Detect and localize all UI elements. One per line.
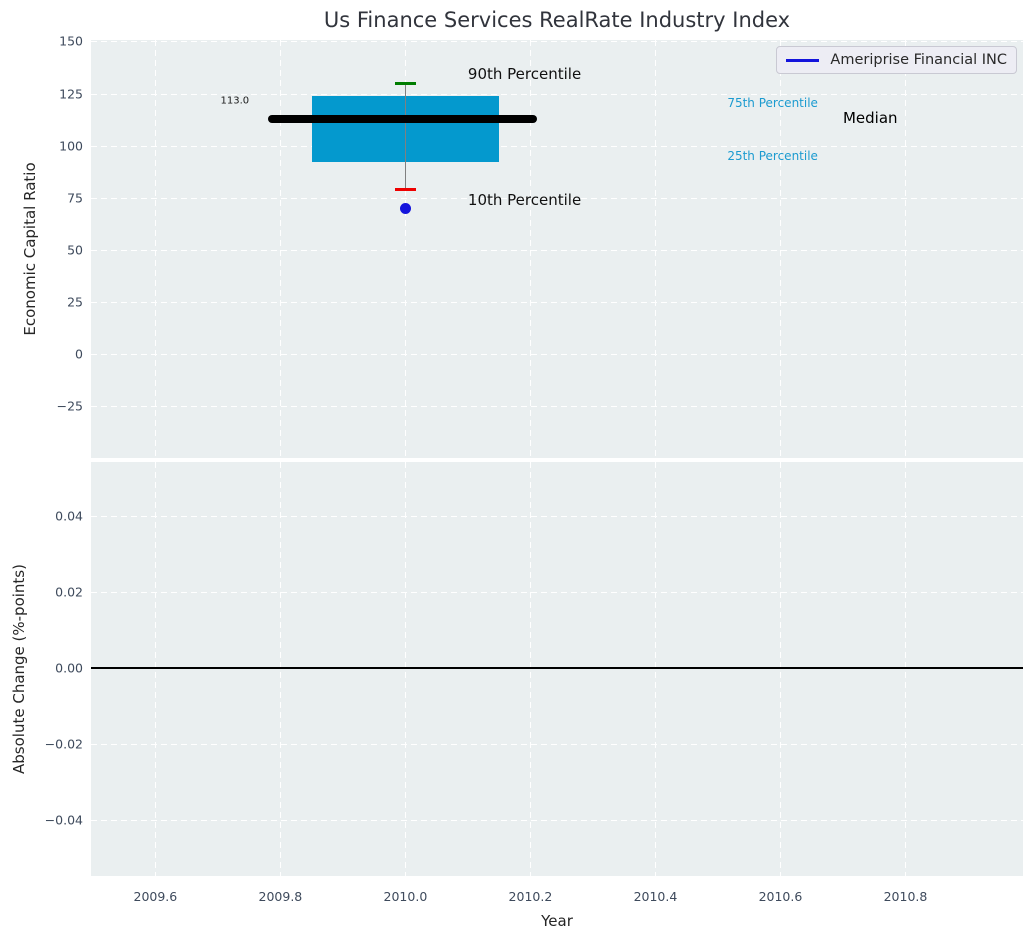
gridline-horizontal: [91, 820, 1023, 822]
x-axis-label: Year: [541, 912, 573, 930]
y-tick-label: 50: [67, 242, 83, 258]
y-tick-label: 150: [59, 33, 83, 49]
gridline-horizontal: [91, 301, 1023, 303]
legend: Ameriprise Financial INC: [776, 46, 1017, 74]
y-tick-label: 0: [75, 346, 83, 362]
gridline-horizontal: [91, 145, 1023, 147]
annotation-25th-percentile: 25th Percentile: [727, 149, 818, 164]
y-tick-label: −0.04: [44, 812, 83, 828]
median-line: [267, 114, 537, 123]
annotation-113-0: 113.0: [220, 95, 250, 107]
gridline-horizontal: [91, 41, 1023, 43]
y-tick-label: 0.04: [55, 508, 83, 524]
p10-cap: [394, 187, 416, 191]
zero-reference-line: [91, 667, 1023, 670]
x-tick-label: 2010.4: [633, 889, 678, 904]
y-tick-label: 0.02: [55, 584, 83, 600]
gridline-horizontal: [91, 249, 1023, 251]
x-tick-label: 2009.8: [258, 889, 303, 904]
top-plot-area: 90th Percentile 10th Percentile 75th Perce…: [91, 40, 1023, 458]
p90-cap: [394, 81, 416, 85]
y-tick-label: −25: [56, 398, 83, 414]
x-tick-label: 2010.8: [883, 889, 928, 904]
gridline-horizontal: [91, 515, 1023, 517]
annotation-10th-percentile: 10th Percentile: [467, 191, 582, 210]
y-tick-label: 100: [59, 138, 83, 154]
x-tick-label: 2009.6: [133, 889, 178, 904]
y-tick-label: 0.00: [55, 660, 83, 676]
x-tick-label: 2010.2: [508, 889, 553, 904]
whisker-line: [404, 83, 407, 190]
annotation-90th-percentile: 90th Percentile: [467, 64, 582, 83]
company-data-point: [399, 202, 411, 214]
y-tick-label: 25: [67, 294, 83, 310]
chart-figure: Us Finance Services RealRate Industry In…: [0, 0, 1034, 942]
y-tick-label: −0.02: [44, 736, 83, 752]
gridline-horizontal: [91, 592, 1023, 594]
y-tick-label: 125: [59, 86, 83, 102]
x-tick-label: 2010.0: [383, 889, 428, 904]
gridline-horizontal: [91, 406, 1023, 408]
gridline-horizontal: [91, 354, 1023, 356]
x-tick-label: 2010.6: [758, 889, 803, 904]
annotation-median: Median: [842, 108, 898, 127]
legend-line-icon: [786, 58, 820, 62]
chart-title: Us Finance Services RealRate Industry In…: [323, 8, 791, 32]
y-tick-label: 75: [67, 190, 83, 206]
gridline-horizontal: [91, 744, 1023, 746]
annotation-75th-percentile: 75th Percentile: [727, 96, 818, 111]
bottom-plot-area: [91, 462, 1023, 876]
legend-label: Ameriprise Financial INC: [830, 52, 1007, 68]
